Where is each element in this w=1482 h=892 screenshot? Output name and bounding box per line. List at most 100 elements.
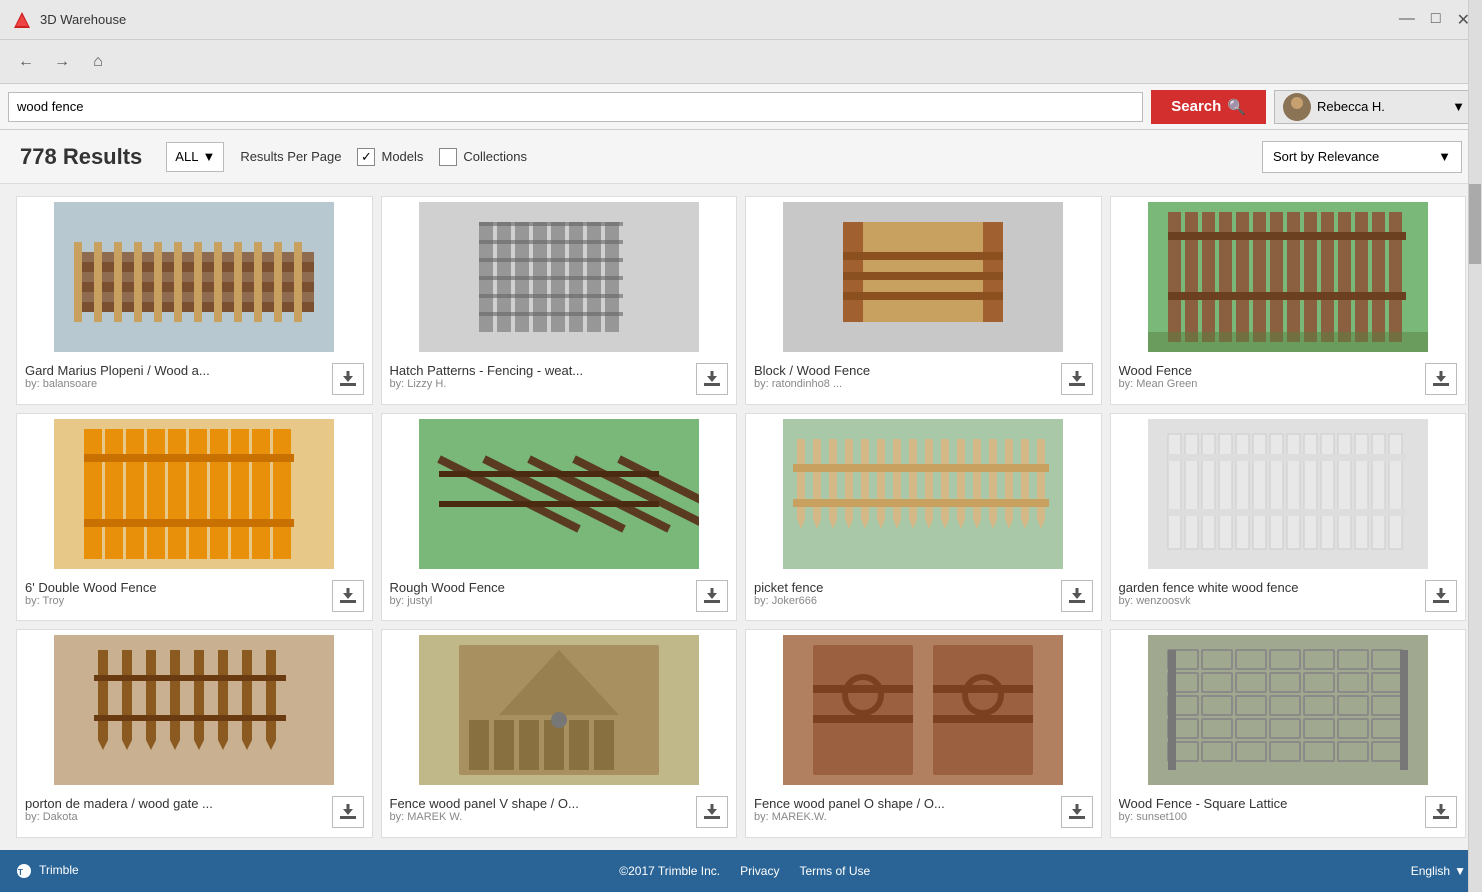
sort-label: Sort by Relevance — [1273, 149, 1379, 164]
model-thumbnail — [746, 414, 1101, 574]
model-author: by: Lizzy H. — [390, 378, 697, 390]
model-author: by: ratondinho8 ... — [754, 378, 1061, 390]
search-icon: 🔍 — [1227, 98, 1246, 116]
model-author: by: MAREK W. — [390, 811, 697, 823]
model-author: by: Troy — [25, 595, 332, 607]
app-logo-icon — [12, 10, 32, 30]
model-thumbnail — [746, 630, 1101, 790]
grid-item[interactable]: Fence wood panel V shape / O... by: MARE… — [381, 629, 738, 838]
grid-item[interactable]: garden fence white wood fence by: wenzoo… — [1110, 413, 1467, 622]
trimble-logo-icon: T — [16, 863, 32, 879]
models-label: Models — [381, 149, 423, 164]
grid-item[interactable]: Wood Fence - Square Lattice by: sunset10… — [1110, 629, 1467, 838]
filter-all-dropdown[interactable]: ALL ▼ — [166, 142, 224, 172]
download-icon — [339, 803, 357, 821]
grid-item[interactable]: Gard Marius Plopeni / Wood a... by: bala… — [16, 196, 373, 405]
search-button-label: Search — [1171, 98, 1221, 115]
per-page-label: Results Per Page — [240, 149, 341, 164]
grid-item[interactable]: picket fence by: Joker666 — [745, 413, 1102, 622]
terms-link[interactable]: Terms of Use — [799, 864, 870, 878]
model-name: Block / Wood Fence — [754, 363, 1034, 378]
model-author: by: wenzoosvk — [1119, 595, 1426, 607]
download-button[interactable] — [696, 796, 728, 828]
scrollbar-thumb[interactable] — [1469, 184, 1481, 264]
model-author: by: Joker666 — [754, 595, 1061, 607]
search-input[interactable] — [8, 92, 1143, 122]
models-checkbox[interactable]: ✓ — [357, 148, 375, 166]
footer-brand: T Trimble — [16, 863, 79, 879]
model-name: 6' Double Wood Fence — [25, 580, 305, 595]
download-button[interactable] — [696, 580, 728, 612]
model-thumbnail — [1111, 197, 1466, 357]
privacy-link[interactable]: Privacy — [740, 864, 779, 878]
model-name: Wood Fence — [1119, 363, 1399, 378]
model-author: by: Mean Green — [1119, 378, 1426, 390]
download-button[interactable] — [332, 580, 364, 612]
model-info: Gard Marius Plopeni / Wood a... by: bala… — [25, 363, 332, 390]
grid-item[interactable]: Fence wood panel O shape / O... by: MARE… — [745, 629, 1102, 838]
footer-language[interactable]: English ▼ — [1411, 864, 1466, 878]
download-button[interactable] — [332, 363, 364, 395]
back-button[interactable]: ← — [12, 48, 40, 76]
download-icon — [703, 370, 721, 388]
user-dropdown-icon: ▼ — [1452, 99, 1465, 114]
model-name: Wood Fence - Square Lattice — [1119, 796, 1399, 811]
filter-dropdown-icon: ▼ — [202, 149, 215, 164]
model-info: Block / Wood Fence by: ratondinho8 ... — [754, 363, 1061, 390]
model-name: porton de madera / wood gate ... — [25, 796, 305, 811]
forward-button[interactable]: → — [48, 48, 76, 76]
collections-checkbox[interactable] — [439, 148, 457, 166]
download-button[interactable] — [332, 796, 364, 828]
model-info: garden fence white wood fence by: wenzoo… — [1119, 580, 1426, 607]
results-count: 778 Results — [20, 144, 142, 170]
model-thumbnail — [1111, 414, 1466, 574]
grid-item[interactable]: Wood Fence by: Mean Green — [1110, 196, 1467, 405]
model-info: Hatch Patterns - Fencing - weat... by: L… — [390, 363, 697, 390]
model-info: porton de madera / wood gate ... by: Dak… — [25, 796, 332, 823]
download-button[interactable] — [696, 363, 728, 395]
title-bar: 3D Warehouse — □ ✕ — [0, 0, 1482, 40]
search-button[interactable]: Search 🔍 — [1151, 90, 1266, 124]
download-button[interactable] — [1061, 796, 1093, 828]
model-info: Fence wood panel V shape / O... by: MARE… — [390, 796, 697, 823]
model-name: picket fence — [754, 580, 1034, 595]
grid-item[interactable]: Hatch Patterns - Fencing - weat... by: L… — [381, 196, 738, 405]
model-name: Gard Marius Plopeni / Wood a... — [25, 363, 305, 378]
download-button[interactable] — [1425, 363, 1457, 395]
model-thumbnail — [382, 414, 737, 574]
model-author: by: balansoare — [25, 378, 332, 390]
models-filter[interactable]: ✓ Models — [357, 148, 423, 166]
download-button[interactable] — [1061, 580, 1093, 612]
model-author: by: sunset100 — [1119, 811, 1426, 823]
minimize-button[interactable]: — — [1399, 10, 1415, 30]
model-info: Rough Wood Fence by: justyl — [390, 580, 697, 607]
footer: T Trimble ©2017 Trimble Inc. Privacy Ter… — [0, 850, 1482, 892]
grid-item[interactable]: 6' Double Wood Fence by: Troy — [16, 413, 373, 622]
user-dropdown[interactable]: Rebecca H. ▼ — [1274, 90, 1474, 124]
grid-item[interactable]: porton de madera / wood gate ... by: Dak… — [16, 629, 373, 838]
footer-copyright: ©2017 Trimble Inc. — [619, 864, 720, 878]
home-button[interactable]: ⌂ — [84, 48, 112, 76]
grid-item[interactable]: Rough Wood Fence by: justyl — [381, 413, 738, 622]
collections-filter[interactable]: Collections — [439, 148, 527, 166]
model-info: picket fence by: Joker666 — [754, 580, 1061, 607]
model-thumbnail — [17, 197, 372, 357]
svg-text:T: T — [18, 868, 23, 877]
maximize-button[interactable]: □ — [1431, 10, 1441, 30]
download-icon — [339, 587, 357, 605]
model-thumbnail — [382, 630, 737, 790]
grid-item[interactable]: Block / Wood Fence by: ratondinho8 ... — [745, 196, 1102, 405]
model-info: Fence wood panel O shape / O... by: MARE… — [754, 796, 1061, 823]
model-thumbnail — [382, 197, 737, 357]
scrollbar[interactable] — [1468, 0, 1482, 892]
model-thumbnail — [17, 414, 372, 574]
download-button[interactable] — [1061, 363, 1093, 395]
model-author: by: Dakota — [25, 811, 332, 823]
user-name: Rebecca H. — [1317, 99, 1385, 114]
avatar — [1283, 93, 1311, 121]
sort-dropdown[interactable]: Sort by Relevance ▼ — [1262, 141, 1462, 173]
download-button[interactable] — [1425, 796, 1457, 828]
model-name: Hatch Patterns - Fencing - weat... — [390, 363, 670, 378]
download-button[interactable] — [1425, 580, 1457, 612]
collections-label: Collections — [463, 149, 527, 164]
